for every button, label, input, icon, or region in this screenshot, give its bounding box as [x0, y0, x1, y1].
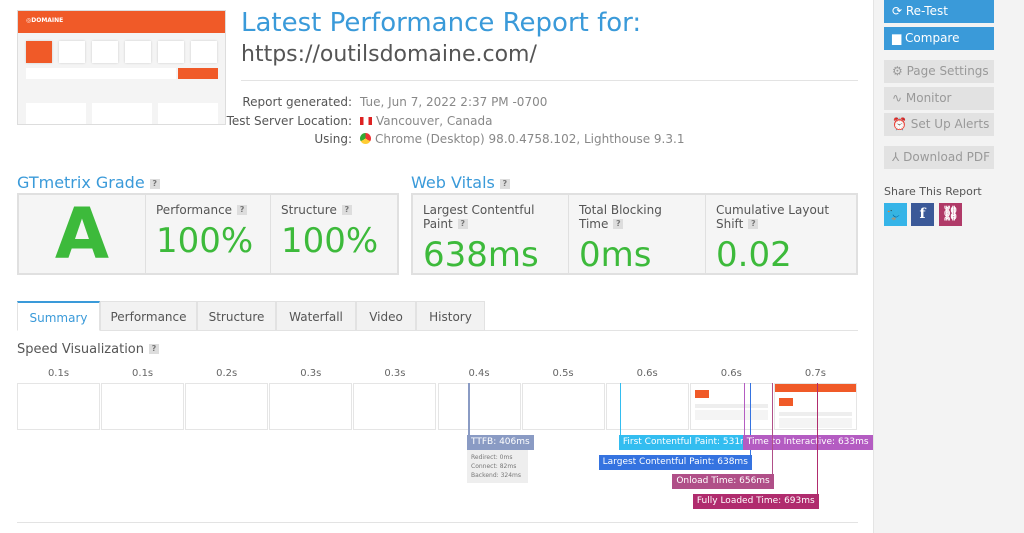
filmstrip-frame[interactable]: [17, 383, 100, 430]
report-title: Latest Performance Report for:: [241, 8, 642, 38]
tab-performance[interactable]: Performance: [100, 301, 197, 331]
help-icon[interactable]: ?: [457, 219, 468, 229]
marker-line: [771, 383, 774, 474]
tbt-value: 0ms: [579, 235, 652, 275]
marker-line: [619, 383, 622, 435]
marker-line: [816, 383, 819, 494]
download-pdf-button[interactable]: ⅄ Download PDF: [884, 146, 994, 169]
tab-history[interactable]: History: [416, 301, 485, 331]
help-icon[interactable]: ?: [149, 179, 160, 189]
canada-flag-icon: [360, 117, 372, 125]
frame-time-label: 0.6s: [720, 368, 742, 379]
performance-score: 100%: [156, 221, 254, 261]
link-share-icon[interactable]: ⛓: [939, 203, 962, 226]
grade-letter: A: [54, 193, 110, 275]
pdf-icon: ⅄: [892, 150, 904, 164]
filmstrip-frame[interactable]: [353, 383, 437, 430]
lcp-value: 638ms: [423, 235, 539, 275]
filmstrip-frame[interactable]: [773, 383, 857, 430]
cls-value: 0.02: [716, 235, 792, 275]
filmstrip-frame[interactable]: [101, 383, 185, 430]
speed-heading: Speed Visualization: [17, 342, 144, 357]
ttfb-detail-row: Redirect: 0ms: [471, 454, 513, 461]
structure-score: 100%: [281, 221, 379, 261]
refresh-icon: ⟳: [892, 4, 906, 18]
info-label-generated: Report generated:: [242, 95, 352, 109]
filmstrip-frame[interactable]: [437, 383, 521, 430]
tab-summary[interactable]: Summary: [17, 301, 100, 331]
filmstrip-frame[interactable]: [521, 383, 605, 430]
ttfb-detail-row: Connect: 82ms: [471, 463, 517, 470]
filmstrip-frame[interactable]: [269, 383, 353, 430]
site-logo: ◎DOMAINE: [26, 17, 64, 24]
marker-line: [468, 383, 470, 435]
cls-label: Cumulative Layout Shift: [716, 203, 830, 231]
info-label-location: Test Server Location:: [226, 114, 352, 128]
help-icon[interactable]: ?: [499, 179, 510, 189]
frame-time-label: 0.7s: [804, 368, 826, 379]
help-icon[interactable]: ?: [613, 219, 624, 229]
lcp-label: Largest Contentful Paint: [423, 203, 535, 231]
marker-label: TTFB: 406ms: [467, 435, 534, 450]
info-value-using: Chrome (Desktop) 98.0.4758.102, Lighthou…: [375, 132, 685, 146]
sidebar: ⟳ Re-Test ▆ Compare ⚙ Page Settings ∿ Mo…: [873, 0, 1024, 533]
compare-icon: ▆: [892, 31, 906, 45]
performance-label: Performance: [156, 203, 233, 217]
share-heading: Share This Report: [884, 185, 982, 198]
report-url[interactable]: https://outilsdomaine.com/: [241, 42, 537, 67]
frame-time-label: 0.2s: [216, 368, 238, 379]
vitals-panel: Largest Contentful Paint? 638ms Total Blo…: [411, 193, 858, 275]
frame-time-label: 0.1s: [132, 368, 154, 379]
gear-icon: ⚙: [892, 64, 907, 78]
ttfb-detail-row: Backend: 324ms: [471, 472, 522, 479]
info-label-using: Using:: [314, 132, 352, 146]
info-value-location: Vancouver, Canada: [376, 114, 493, 128]
monitor-button[interactable]: ∿ Monitor: [884, 87, 994, 110]
filmstrip-frame[interactable]: [689, 383, 773, 430]
alarm-clock-icon: ⏰: [892, 117, 911, 131]
vitals-heading: Web Vitals: [411, 173, 495, 192]
compare-button[interactable]: ▆ Compare: [884, 27, 994, 50]
help-icon[interactable]: ?: [341, 205, 352, 215]
pulse-icon: ∿: [892, 91, 906, 105]
marker-label: Largest Contentful Paint: 638ms: [598, 455, 752, 470]
chrome-icon: [360, 133, 371, 144]
marker-label: Time to Interactive: 633ms: [742, 435, 873, 450]
tab-waterfall[interactable]: Waterfall: [276, 301, 356, 331]
help-icon[interactable]: ?: [149, 344, 159, 354]
tab-structure[interactable]: Structure: [197, 301, 276, 331]
marker-label: First Contentful Paint: 531ms: [618, 435, 758, 450]
page-settings-button[interactable]: ⚙ Page Settings: [884, 60, 994, 83]
marker-line: [743, 383, 746, 435]
frame-time-label: 0.3s: [384, 368, 406, 379]
grade-panel: A Performance? 100% Structure? 100%: [17, 193, 399, 275]
frame-time-label: 0.5s: [552, 368, 574, 379]
alerts-button[interactable]: ⏰ Set Up Alerts: [884, 113, 994, 136]
filmstrip-frame[interactable]: [185, 383, 269, 430]
marker-label: Onload Time: 656ms: [672, 474, 774, 489]
marker-label: Fully Loaded Time: 693ms: [692, 494, 819, 509]
frame-time-label: 0.4s: [468, 368, 490, 379]
info-value-generated: Tue, Jun 7, 2022 2:37 PM -0700: [360, 95, 548, 109]
filmstrip-frame[interactable]: [605, 383, 689, 430]
twitter-share-icon[interactable]: 🐦: [884, 203, 907, 226]
tab-video[interactable]: Video: [356, 301, 416, 331]
retest-button[interactable]: ⟳ Re-Test: [884, 0, 994, 23]
grade-heading: GTmetrix Grade: [17, 173, 145, 192]
ttfb-details: Redirect: 0ms Connect: 82ms Backend: 324ms: [467, 450, 528, 483]
frame-time-label: 0.3s: [300, 368, 322, 379]
frame-time-label: 0.1s: [47, 368, 70, 379]
frame-time-label: 0.6s: [636, 368, 658, 379]
help-icon[interactable]: ?: [748, 219, 759, 229]
facebook-share-icon[interactable]: f: [911, 203, 934, 226]
help-icon[interactable]: ?: [237, 205, 248, 215]
structure-label: Structure: [281, 203, 337, 217]
